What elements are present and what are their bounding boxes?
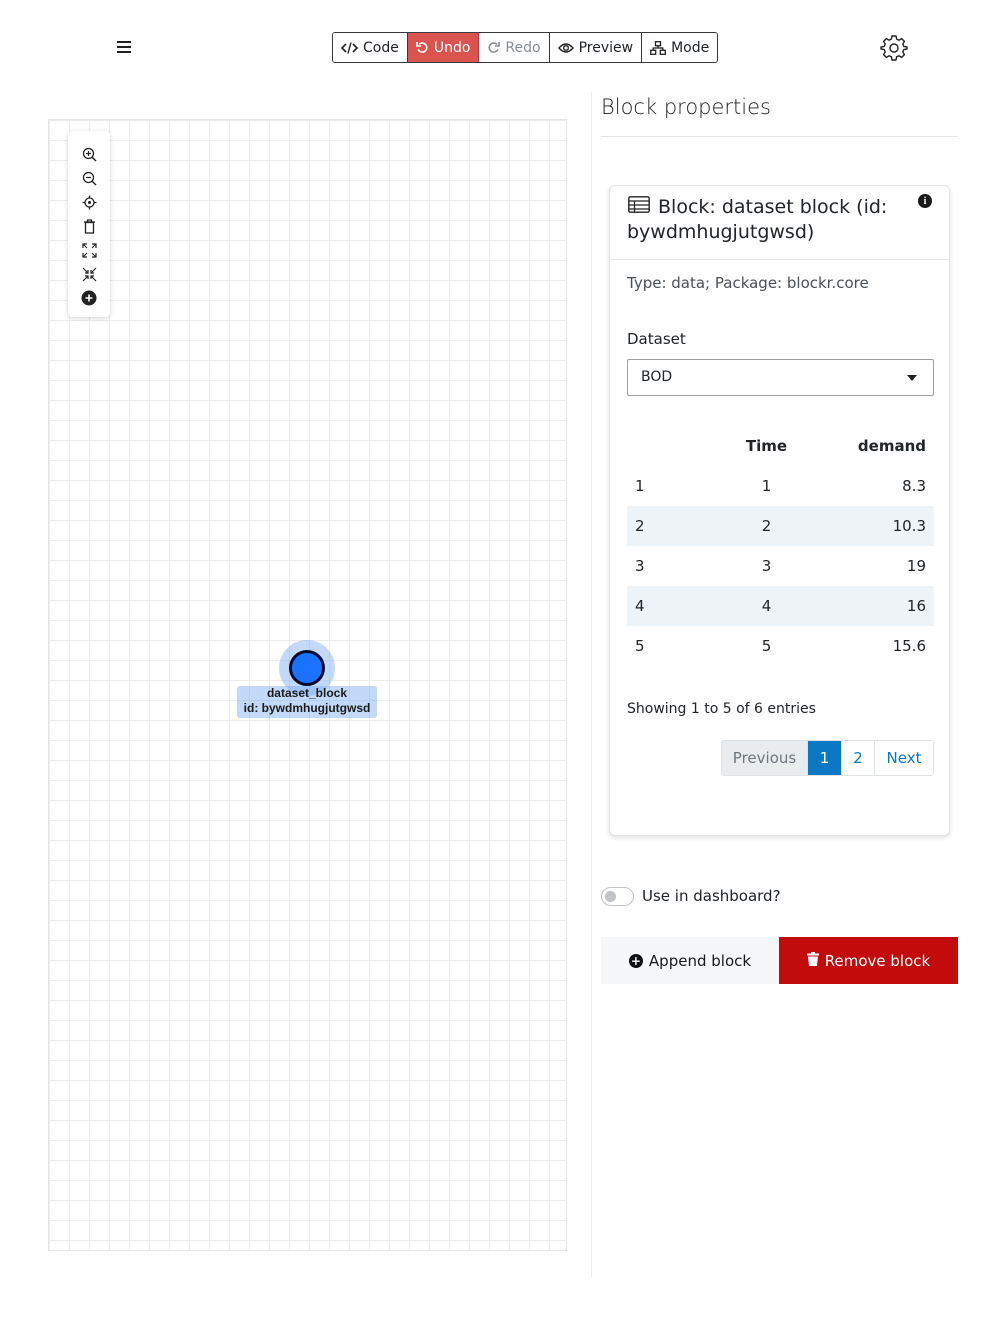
- table-cell: 16: [834, 586, 934, 626]
- panel-title: Block properties: [601, 95, 771, 119]
- collapse-icon: [82, 267, 97, 286]
- column-header-time[interactable]: Time: [699, 426, 834, 466]
- append-block-label: Append block: [648, 951, 752, 970]
- add-node-button[interactable]: [80, 290, 98, 310]
- caret-down-icon: [907, 375, 917, 381]
- undo-icon: [416, 41, 429, 54]
- gear-icon: [880, 35, 908, 66]
- table-cell: 10.3: [834, 506, 934, 546]
- table-cell: 3: [761, 557, 772, 575]
- zoom-in-icon: [82, 147, 97, 166]
- dataset-label: Dataset: [627, 330, 686, 348]
- table-cell: 3: [635, 557, 645, 575]
- table-cell: 1: [761, 477, 772, 495]
- remove-block-label: Remove block: [824, 951, 931, 970]
- zoom-out-button[interactable]: [80, 171, 98, 190]
- node-id: id: bywdmhugjutgwsd: [243, 701, 371, 715]
- locate-icon: [82, 195, 97, 214]
- info-icon[interactable]: i: [918, 194, 932, 208]
- dataset-select-value: BOD: [641, 369, 673, 385]
- table-cell: 8.3: [902, 477, 926, 495]
- trash-icon: [806, 951, 819, 970]
- table-row: 4 4 16: [627, 586, 934, 626]
- block-card: Block: dataset block (id: bywdmhugjutgws…: [609, 185, 950, 836]
- dashboard-toggle-label: Use in dashboard?: [642, 887, 781, 905]
- locate-button[interactable]: [80, 195, 98, 214]
- node-label: dataset_block id: bywdmhugjutgwsd: [237, 686, 377, 718]
- main-toolbar: Code Undo Redo Preview Mode: [332, 32, 719, 63]
- node-core: [289, 650, 325, 686]
- panel-divider: [591, 92, 592, 1277]
- table-cell: 5: [635, 637, 645, 655]
- toggle-knob: [605, 891, 616, 902]
- add-icon: [81, 290, 97, 310]
- fit-view-button[interactable]: [80, 242, 98, 262]
- zoom-in-button[interactable]: [80, 147, 98, 166]
- preview-button[interactable]: Preview: [549, 33, 643, 62]
- eye-icon: [557, 42, 574, 54]
- undo-button-label: Undo: [433, 39, 471, 56]
- panel-divider-line: [601, 136, 958, 137]
- redo-button-label: Redo: [505, 39, 541, 56]
- table-info-text: Showing 1 to 5 of 6 entries: [627, 701, 816, 717]
- table-row: 1 1 8.3: [627, 466, 934, 506]
- node-name: dataset_block: [266, 686, 348, 700]
- block-type-text: Type: data; Package: blockr.core: [627, 274, 869, 292]
- preview-button-label: Preview: [578, 39, 634, 56]
- plus-circle-icon: +: [628, 953, 643, 968]
- pagination-page-2[interactable]: 2: [842, 741, 875, 775]
- settings-button[interactable]: [880, 34, 908, 62]
- zoom-out-icon: [82, 171, 97, 190]
- sitemap-icon: [650, 40, 667, 55]
- card-header: Block: dataset block (id: bywdmhugjutgws…: [610, 186, 949, 260]
- code-button-label: Code: [363, 39, 399, 56]
- table-cell: 1: [635, 477, 645, 495]
- data-table: Time demand 1 1 8.3 2 2 10.3 3 3 19 4 4 …: [627, 426, 934, 666]
- dashboard-toggle[interactable]: [601, 887, 634, 906]
- table-row: 3 3 19: [627, 546, 934, 586]
- hamburger-icon: [117, 37, 131, 58]
- collapse-view-button[interactable]: [80, 267, 98, 286]
- menu-button[interactable]: [113, 35, 135, 59]
- pagination-next[interactable]: Next: [875, 741, 933, 775]
- append-block-button[interactable]: + Append block: [601, 937, 779, 984]
- remove-block-button[interactable]: Remove block: [779, 937, 958, 984]
- mode-button-label: Mode: [671, 39, 710, 56]
- undo-button[interactable]: Undo: [407, 33, 480, 62]
- card-title: Block: dataset block (id: bywdmhugjutgws…: [627, 196, 888, 243]
- table-row: 5 5 15.6: [627, 626, 934, 666]
- column-header-demand[interactable]: demand: [834, 426, 934, 466]
- column-header[interactable]: [627, 426, 699, 466]
- table-cell: 4: [699, 586, 834, 626]
- code-button[interactable]: Code: [333, 33, 408, 62]
- redo-button[interactable]: Redo: [479, 33, 550, 62]
- dataset-select[interactable]: BOD: [627, 359, 934, 396]
- table-cell: 4: [627, 586, 699, 626]
- table-pagination: Previous 1 2 Next: [721, 740, 934, 776]
- table-cell: 5: [761, 637, 772, 655]
- mode-button[interactable]: Mode: [642, 33, 718, 62]
- table-row: 2 2 10.3: [627, 506, 934, 546]
- code-icon: [341, 41, 358, 54]
- table-cell: 19: [906, 557, 926, 575]
- delete-icon: [83, 218, 96, 238]
- pagination-page-1[interactable]: 1: [808, 741, 842, 775]
- redo-icon: [487, 41, 501, 54]
- table-cell: 15.6: [892, 637, 926, 655]
- delete-button[interactable]: [80, 218, 98, 238]
- canvas-controls: [68, 131, 110, 317]
- fit-icon: [81, 242, 97, 262]
- pagination-previous[interactable]: Previous: [722, 741, 808, 775]
- table-cell: 2: [699, 506, 834, 546]
- table-header-row: Time demand: [627, 426, 934, 466]
- table-cell: 2: [627, 506, 699, 546]
